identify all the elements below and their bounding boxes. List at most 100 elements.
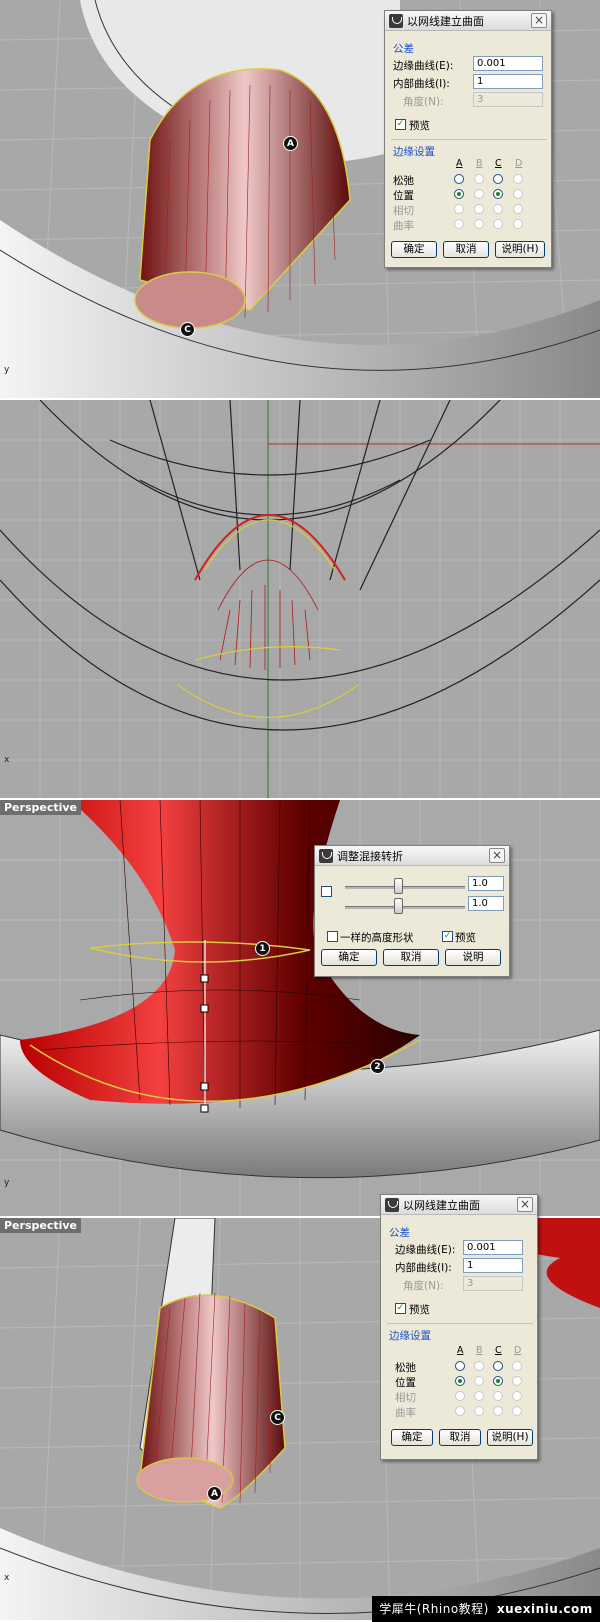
radio-d-position — [513, 189, 523, 199]
close-icon[interactable]: × — [531, 13, 547, 28]
same-height-checkbox[interactable] — [327, 931, 338, 942]
radio-b-position — [474, 1376, 484, 1386]
same-height-label: 一样的高度形状 — [340, 932, 414, 944]
slider-track-1 — [345, 886, 465, 889]
radio-a-loose[interactable] — [455, 1361, 465, 1371]
interior-curves-label: 内部曲线(I): — [393, 78, 450, 90]
marker-2[interactable]: 2 — [370, 1059, 385, 1074]
dialog-titlebar[interactable]: 以网线建立曲面 × — [385, 11, 551, 31]
column-c-header: C — [495, 158, 502, 169]
angle-input: 3 — [473, 92, 543, 107]
viewport-label[interactable]: Perspective — [0, 1218, 82, 1233]
marker-a[interactable]: A — [283, 136, 298, 151]
radio-d-curvature — [512, 1406, 522, 1416]
radio-c-position[interactable] — [493, 189, 503, 199]
radio-b-loose — [474, 1361, 484, 1371]
column-d-header: D — [515, 158, 523, 169]
dialog-title: 以网线建立曲面 — [403, 1198, 480, 1212]
radio-c-tangent — [493, 204, 503, 214]
edge-curves-label: 边缘曲线(E): — [395, 1244, 456, 1256]
viewport-render-2 — [0, 400, 600, 798]
column-d-header: D — [514, 1345, 522, 1356]
help-button[interactable]: 说明(H) — [487, 1429, 533, 1446]
blend-adjust-dialog[interactable]: 调整混接转折 × 1.0 1.0 一样的高度形状 ✓ 预览 确定 取消 说明 — [314, 845, 510, 977]
radio-a-tangent — [454, 204, 464, 214]
radio-a-loose[interactable] — [454, 174, 464, 184]
radio-b-tangent — [474, 204, 484, 214]
marker-c[interactable]: C — [270, 1410, 285, 1425]
radio-d-loose — [512, 1361, 522, 1371]
radio-a-tangent — [455, 1391, 465, 1401]
radio-d-position — [512, 1376, 522, 1386]
viewport-panel-2[interactable]: x — [0, 400, 600, 800]
preview-checkbox[interactable]: ✓ — [395, 1303, 406, 1314]
tolerance-group-label: 公差 — [389, 1227, 410, 1239]
divider — [387, 1323, 533, 1324]
axis-y-label: y — [4, 365, 10, 375]
link-sliders-checkbox[interactable] — [321, 886, 332, 897]
rhino-icon — [385, 1197, 399, 1212]
value-input-2[interactable]: 1.0 — [468, 896, 504, 911]
dialog-titlebar[interactable]: 以网线建立曲面 × — [381, 1195, 537, 1215]
radio-d-curvature — [513, 219, 523, 229]
interior-curves-input[interactable]: 1 — [463, 1258, 523, 1273]
viewport-render-3 — [0, 800, 600, 1216]
dialog-title: 以网线建立曲面 — [407, 14, 484, 28]
edge-settings-group-label: 边缘设置 — [393, 146, 435, 158]
radio-b-loose — [474, 174, 484, 184]
viewport-panel-1[interactable]: A C y 以网线建立曲面 × 公差 边缘曲线(E): 0.001 内部曲线(I… — [0, 0, 600, 400]
edge-curves-label: 边缘曲线(E): — [393, 60, 454, 72]
radio-d-tangent — [513, 204, 523, 214]
cancel-button[interactable]: 取消 — [383, 949, 439, 966]
row-curvature-label: 曲率 — [395, 1407, 416, 1419]
preview-label: 预览 — [455, 932, 476, 944]
radio-c-loose[interactable] — [493, 174, 503, 184]
close-icon[interactable]: × — [517, 1197, 533, 1212]
edge-curves-input[interactable]: 0.001 — [463, 1240, 523, 1255]
edge-curves-input[interactable]: 0.001 — [473, 56, 543, 71]
viewport-panel-3[interactable]: Perspective 1 2 y 调整混接转折 × 1.0 1.0 一样的高度… — [0, 800, 600, 1218]
row-position-label: 位置 — [395, 1377, 416, 1389]
dialog-title: 调整混接转折 — [337, 849, 403, 863]
help-button[interactable]: 说明(H) — [495, 241, 545, 258]
ok-button[interactable]: 确定 — [391, 241, 437, 258]
marker-a[interactable]: A — [207, 1486, 222, 1501]
footer-text: 学犀牛(Rhino教程) — [379, 1602, 489, 1616]
value-input-1[interactable]: 1.0 — [468, 876, 504, 891]
dialog-titlebar[interactable]: 调整混接转折 × — [315, 846, 509, 866]
radio-c-loose[interactable] — [493, 1361, 503, 1371]
network-surface-dialog-2[interactable]: 以网线建立曲面 × 公差 边缘曲线(E): 0.001 内部曲线(I): 1 角… — [380, 1194, 538, 1460]
ok-button[interactable]: 确定 — [321, 949, 377, 966]
radio-c-curvature — [493, 219, 503, 229]
radio-a-position[interactable] — [455, 1376, 465, 1386]
marker-1[interactable]: 1 — [255, 941, 270, 956]
radio-a-position[interactable] — [454, 189, 464, 199]
cancel-button[interactable]: 取消 — [443, 241, 489, 258]
close-icon[interactable]: × — [489, 848, 505, 863]
rhino-icon — [389, 13, 403, 28]
axis-x-label-2: x — [4, 755, 10, 765]
ok-button[interactable]: 确定 — [391, 1429, 433, 1446]
viewport-label[interactable]: Perspective — [0, 800, 82, 815]
radio-b-curvature — [474, 219, 484, 229]
marker-c[interactable]: C — [180, 322, 195, 337]
slider-thumb-2[interactable] — [394, 898, 403, 914]
angle-label: 角度(N): — [403, 1280, 444, 1292]
radio-b-tangent — [474, 1391, 484, 1401]
row-position-label: 位置 — [393, 190, 414, 202]
radio-d-tangent — [512, 1391, 522, 1401]
tolerance-group-label: 公差 — [393, 43, 414, 55]
cancel-button[interactable]: 取消 — [439, 1429, 481, 1446]
slider-thumb-1[interactable] — [394, 878, 403, 894]
radio-c-curvature — [493, 1406, 503, 1416]
network-surface-dialog[interactable]: 以网线建立曲面 × 公差 边缘曲线(E): 0.001 内部曲线(I): 1 角… — [384, 10, 552, 268]
radio-c-position[interactable] — [493, 1376, 503, 1386]
radio-b-position — [474, 189, 484, 199]
divider — [391, 139, 547, 140]
interior-curves-input[interactable]: 1 — [473, 74, 543, 89]
preview-checkbox[interactable]: ✓ — [395, 119, 406, 130]
preview-label: 预览 — [409, 1304, 430, 1316]
preview-checkbox[interactable]: ✓ — [442, 931, 453, 942]
help-button[interactable]: 说明 — [445, 949, 501, 966]
radio-d-loose — [513, 174, 523, 184]
